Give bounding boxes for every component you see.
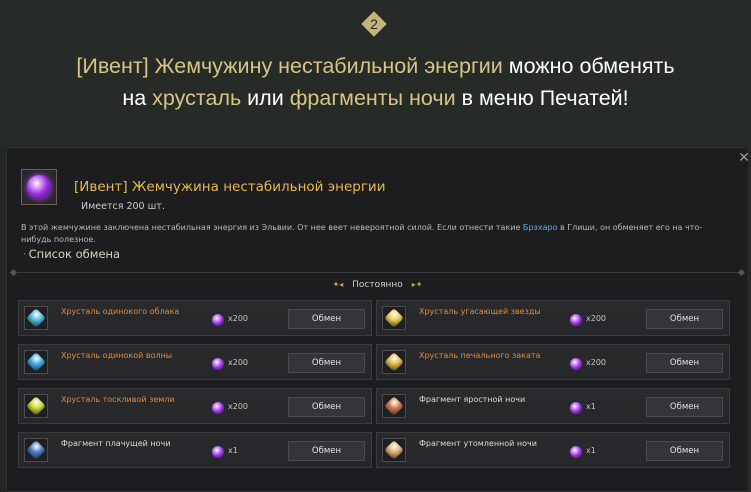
headline-line-2: на хрусталь или фрагменты ночи в меню Пе… xyxy=(0,82,751,114)
headline-line-1: [Ивент] Жемчужину нестабильной энергии м… xyxy=(0,50,751,82)
section-label-text: Постоянно xyxy=(352,280,403,290)
reward-item-icon xyxy=(382,438,406,462)
gem-icon xyxy=(384,440,404,460)
ornament-right-icon: ▸✦ xyxy=(411,280,423,289)
cost-amount: x1 xyxy=(586,402,596,411)
gem-icon xyxy=(384,308,404,328)
ornament-left-icon: ✦◂ xyxy=(332,280,344,289)
reward-item-icon xyxy=(24,306,48,330)
cost-amount: x200 xyxy=(586,314,607,323)
item-icon-frame xyxy=(21,169,57,205)
gem-icon xyxy=(26,352,46,372)
exchange-button[interactable]: Обмен xyxy=(288,353,365,373)
reward-name: Фрагмент яростной ночи xyxy=(419,395,526,404)
pearl-cost-icon xyxy=(570,446,582,458)
exchange-row: Фрагмент яростной ночи x1 Обмен xyxy=(376,388,730,424)
headline-segment: можно обменять xyxy=(502,54,675,78)
reward-name: Хрусталь тоскливой земли xyxy=(61,395,175,404)
exchange-button[interactable]: Обмен xyxy=(288,309,365,329)
pearl-cost-icon xyxy=(570,358,582,370)
cost-amount: x200 xyxy=(228,314,249,323)
cost-amount: x200 xyxy=(228,402,249,411)
step-badge: 2 xyxy=(361,11,387,37)
reward-name: Хрусталь одинокого облака xyxy=(61,307,180,316)
exchange-row: Фрагмент утомленной ночи x1 Обмен xyxy=(376,432,730,468)
exchange-button[interactable]: Обмен xyxy=(288,441,365,461)
reward-name: Фрагмент плачущей ночи xyxy=(61,439,171,448)
exchange-row: Хрусталь угасающей звезды x200 Обмен xyxy=(376,300,730,336)
gem-icon xyxy=(384,352,404,372)
exchange-button[interactable]: Обмен xyxy=(646,309,723,329)
exchange-list-title: Список обмена xyxy=(23,247,120,261)
exchange-row: Фрагмент плачущей ночи x1 Обмен xyxy=(18,432,372,468)
reward-item-icon xyxy=(382,306,406,330)
pearl-cost-icon xyxy=(212,446,224,458)
exchange-row: Хрусталь одинокой волны x200 Обмен xyxy=(18,344,372,380)
headline: [Ивент] Жемчужину нестабильной энергии м… xyxy=(0,50,751,114)
cost-amount: x1 xyxy=(586,446,596,455)
reward-name: Хрусталь печального заката xyxy=(419,351,541,360)
section-label: ✦◂ Постоянно ▸✦ xyxy=(7,280,748,290)
gem-icon xyxy=(26,396,46,416)
reward-item-icon xyxy=(382,350,406,374)
reward-name: Хрусталь угасающей звезды xyxy=(419,307,541,316)
gem-icon xyxy=(384,396,404,416)
reward-item-icon xyxy=(382,394,406,418)
exchange-button[interactable]: Обмен xyxy=(646,353,723,373)
cost-amount: x200 xyxy=(586,358,607,367)
headline-segment: в меню Печатей! xyxy=(455,86,629,110)
exchange-button[interactable]: Обмен xyxy=(288,397,365,417)
item-description-text: В этой жемчужине заключена нестабильная … xyxy=(21,223,523,232)
pearl-cost-icon xyxy=(212,402,224,414)
exchange-row: Хрусталь тоскливой земли x200 Обмен xyxy=(18,388,372,424)
close-icon[interactable]: ✕ xyxy=(737,151,751,165)
step-number: 2 xyxy=(370,16,378,32)
item-description: В этой жемчужине заключена нестабильная … xyxy=(21,222,721,246)
divider xyxy=(13,272,742,273)
headline-segment: на xyxy=(122,86,153,110)
exchange-window: ✕ [Ивент] Жемчужина нестабильной энергии… xyxy=(6,147,751,492)
exchange-row: Хрусталь одинокого облака x200 Обмен xyxy=(18,300,372,336)
cost-amount: x1 xyxy=(228,446,238,455)
exchange-row: Хрусталь печального заката x200 Обмен xyxy=(376,344,730,380)
pearl-cost-icon xyxy=(570,402,582,414)
reward-name: Хрусталь одинокой волны xyxy=(61,351,173,360)
headline-segment: фрагменты ночи xyxy=(289,86,456,110)
headline-segment: [Ивент] Жемчужину нестабильной энергии xyxy=(76,54,503,78)
item-title: [Ивент] Жемчужина нестабильной энергии xyxy=(74,179,386,195)
headline-segment: или xyxy=(241,86,290,110)
exchange-button[interactable]: Обмен xyxy=(646,397,723,417)
pearl-cost-icon xyxy=(212,358,224,370)
headline-segment: хрусталь xyxy=(152,86,242,110)
item-count: Имеется 200 шт. xyxy=(81,201,165,212)
gem-icon xyxy=(26,308,46,328)
npc-link[interactable]: Брэхаро xyxy=(523,223,558,232)
reward-item-icon xyxy=(24,394,48,418)
cost-amount: x200 xyxy=(228,358,249,367)
pearl-cost-icon xyxy=(570,314,582,326)
exchange-button[interactable]: Обмен xyxy=(646,441,723,461)
pearl-cost-icon xyxy=(212,314,224,326)
announcement-header: 2 [Ивент] Жемчужину нестабильной энергии… xyxy=(0,0,751,146)
purple-pearl-icon xyxy=(27,175,51,199)
gem-icon xyxy=(26,440,46,460)
reward-name: Фрагмент утомленной ночи xyxy=(419,439,537,448)
reward-item-icon xyxy=(24,438,48,462)
reward-item-icon xyxy=(24,350,48,374)
